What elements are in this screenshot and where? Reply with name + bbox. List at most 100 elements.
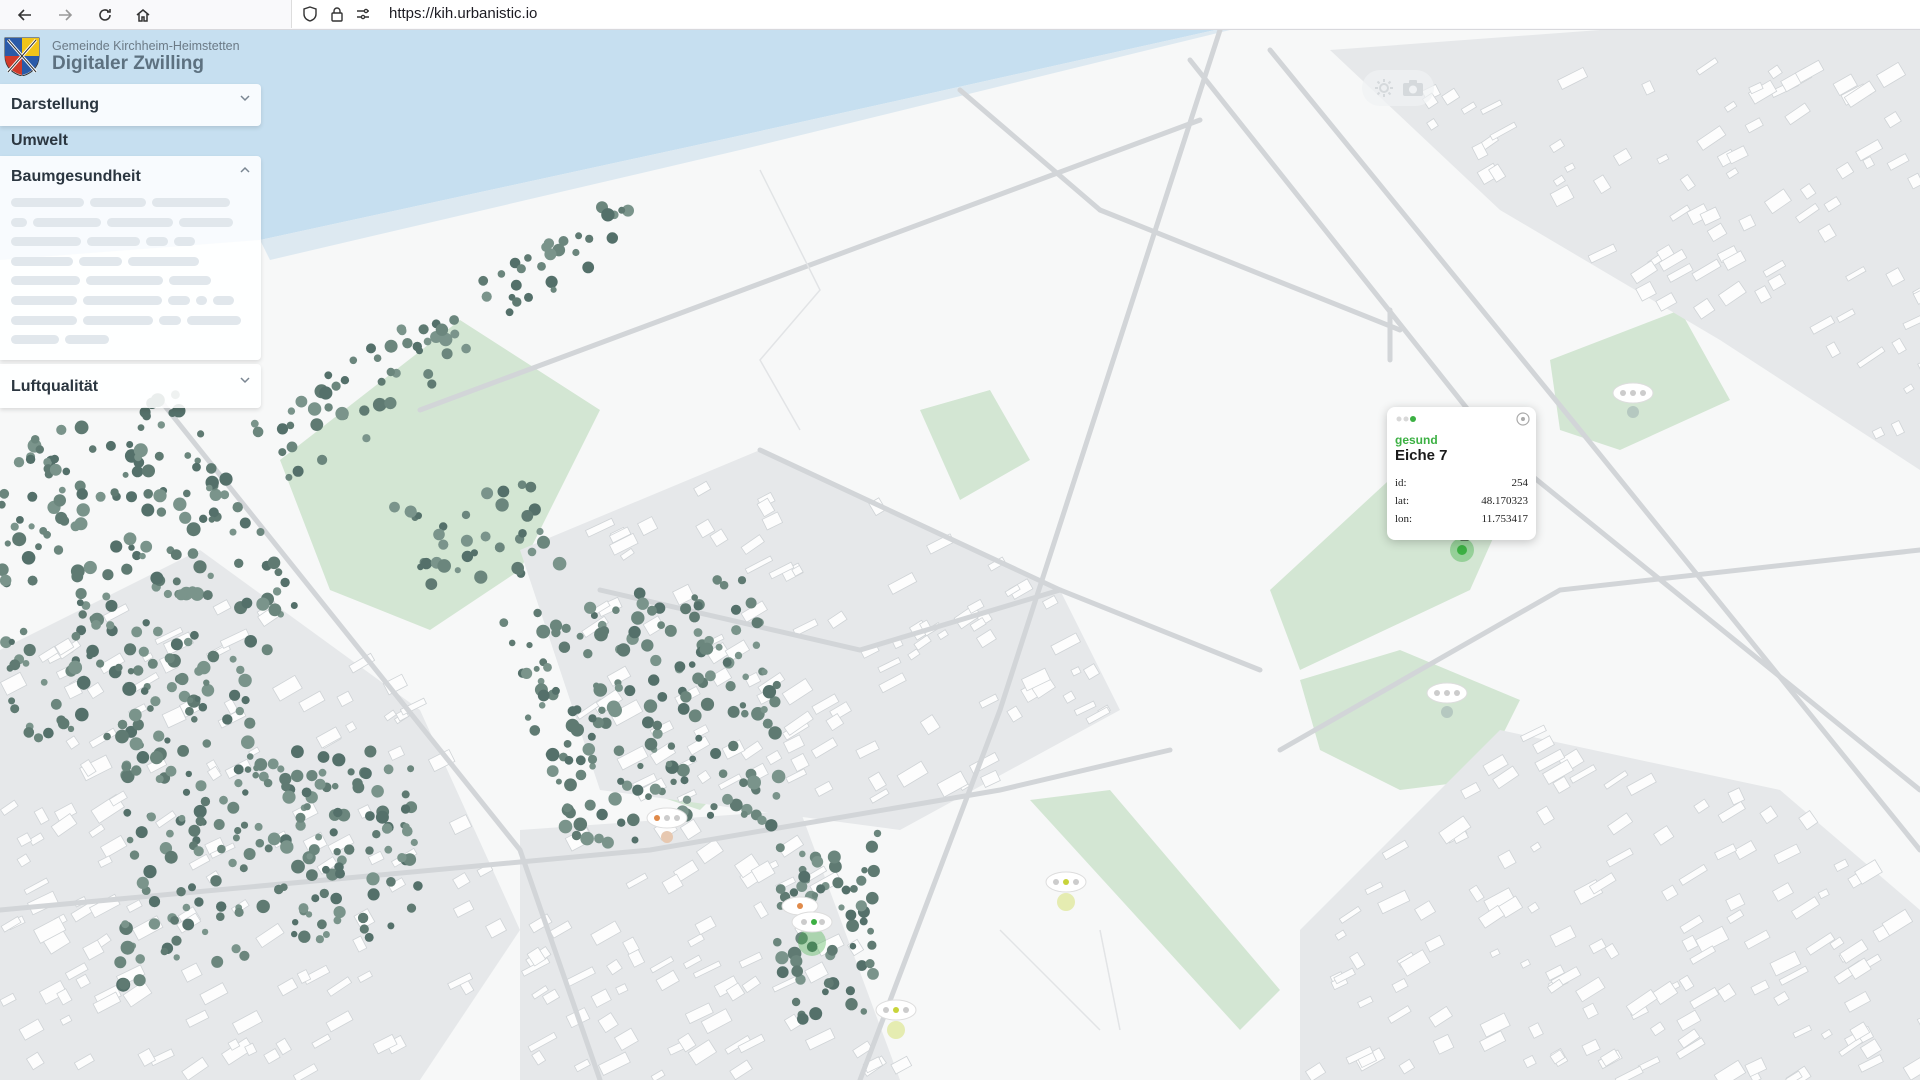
tree [276, 423, 289, 435]
close-icon[interactable] [1516, 412, 1530, 426]
tree [384, 339, 398, 353]
tree [516, 264, 526, 274]
tree [192, 462, 201, 472]
camera-icon[interactable] [1402, 79, 1424, 97]
tree [816, 884, 826, 894]
map-view[interactable] [0, 30, 1920, 1080]
tree [410, 838, 418, 847]
tree [235, 706, 244, 716]
url-text[interactable]: https://kih.urbanistic.io [389, 5, 537, 22]
tree [478, 275, 489, 286]
permissions-icon[interactable] [355, 6, 371, 22]
tree [231, 944, 241, 954]
tree [233, 764, 244, 775]
tree [728, 740, 739, 752]
tree [153, 730, 165, 742]
sun-icon[interactable] [1374, 78, 1394, 98]
tree [867, 940, 877, 950]
tree [772, 792, 781, 800]
tree [234, 827, 242, 835]
chevron-up-icon[interactable] [239, 164, 251, 176]
tree [280, 840, 294, 854]
tree [401, 790, 410, 799]
tree [27, 575, 38, 586]
tree [164, 737, 171, 744]
home-button[interactable] [131, 3, 155, 27]
tree [91, 620, 101, 630]
chevron-down-icon[interactable] [239, 92, 251, 104]
tree [157, 421, 165, 429]
panel-luftqualitaet[interactable]: Luftqualität [0, 364, 261, 408]
tree [481, 291, 492, 302]
back-button[interactable] [13, 3, 37, 27]
tree [822, 988, 829, 996]
tree [372, 397, 387, 412]
tree [664, 624, 677, 637]
tree [537, 262, 546, 271]
tree [234, 907, 244, 918]
tree [381, 823, 393, 834]
forward-button[interactable] [53, 3, 77, 27]
map-canvas[interactable] [0, 30, 1920, 1080]
tree [49, 463, 62, 476]
panel-baumgesundheit[interactable]: Baumgesundheit [0, 156, 261, 360]
tree [126, 836, 134, 844]
tree [657, 692, 668, 702]
tree [632, 784, 644, 796]
url-bar[interactable]: https://kih.urbanistic.io [291, 0, 1920, 28]
tree [533, 608, 542, 618]
lock-icon[interactable] [329, 6, 345, 22]
tree [418, 324, 429, 335]
tree [449, 315, 459, 325]
tree [13, 457, 25, 468]
panel-darstellung[interactable]: Darstellung [0, 84, 261, 126]
tree [76, 675, 91, 690]
tree [331, 782, 339, 790]
tree [256, 597, 270, 611]
info-value: 48.170323 [1481, 495, 1528, 507]
chevron-down-icon[interactable] [239, 374, 251, 386]
tree [241, 696, 250, 705]
tree [239, 517, 251, 529]
tree [730, 604, 742, 615]
tree [173, 497, 187, 511]
tree [333, 807, 343, 818]
app-title: Digitaler Zwilling [52, 53, 205, 74]
tree [303, 803, 311, 811]
tree [148, 918, 161, 930]
tree [78, 610, 87, 619]
tree [537, 689, 550, 702]
tree [543, 663, 552, 672]
tree [197, 430, 205, 438]
tree [555, 778, 562, 785]
tree [185, 706, 194, 716]
tree [306, 869, 318, 881]
tree [207, 572, 214, 579]
tree [53, 494, 66, 507]
tree [637, 762, 644, 770]
tree [572, 705, 582, 714]
tree [631, 611, 645, 625]
tree [43, 530, 51, 539]
tree [50, 454, 59, 464]
park-area [920, 390, 1030, 500]
tree [202, 590, 213, 601]
tree [360, 767, 372, 780]
reload-button[interactable] [93, 3, 117, 27]
tree [185, 770, 192, 778]
shield-icon[interactable] [302, 6, 318, 22]
tree [50, 698, 62, 710]
tree [234, 558, 244, 568]
tree [241, 735, 255, 749]
tree [614, 683, 624, 692]
selected-tree-marker[interactable] [1450, 538, 1474, 562]
tree [396, 324, 407, 335]
tree [314, 778, 326, 790]
tree [182, 903, 191, 912]
tree [691, 594, 698, 601]
tree [647, 605, 657, 616]
tree [433, 528, 445, 541]
tree-marker-warning[interactable] [1045, 871, 1087, 911]
tree [263, 778, 273, 788]
tree [166, 682, 177, 693]
